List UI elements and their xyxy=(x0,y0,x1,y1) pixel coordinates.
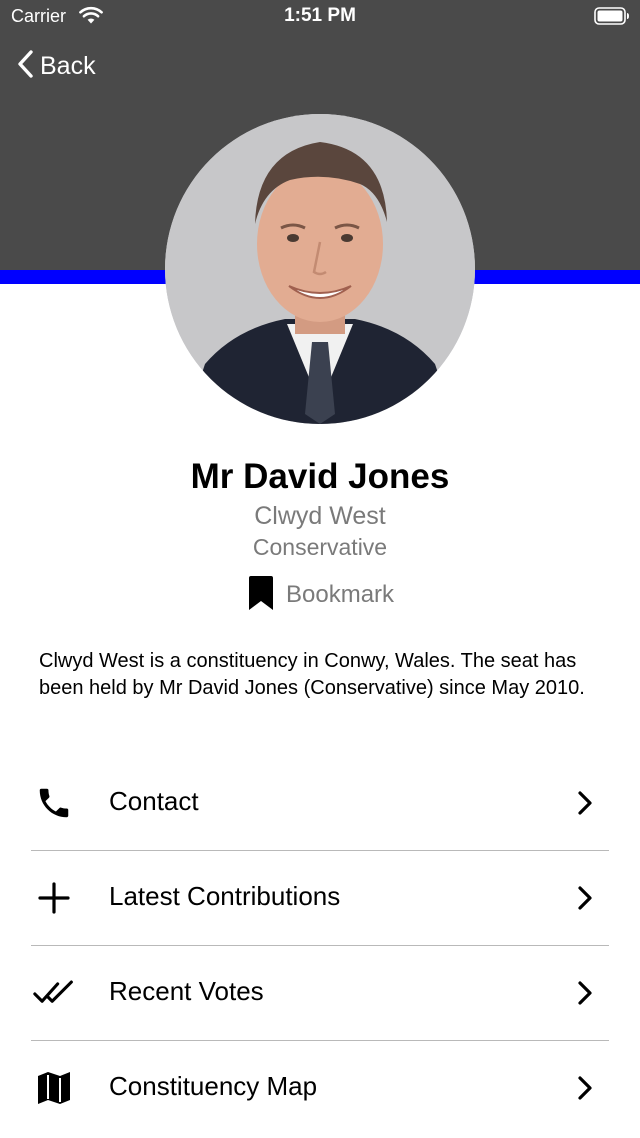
mp-portrait xyxy=(165,114,475,424)
plus-icon xyxy=(33,878,75,918)
mp-name: Mr David Jones xyxy=(190,457,450,496)
status-bar: Carrier 1:51 PM xyxy=(0,0,640,34)
back-button[interactable]: Back xyxy=(16,48,96,84)
party-name: Conservative xyxy=(252,534,388,560)
menu-item-label: Constituency Map xyxy=(109,1071,318,1101)
bookmark-button[interactable]: Bookmark xyxy=(246,575,394,615)
phone-icon xyxy=(33,783,75,823)
bookmark-icon xyxy=(246,575,276,616)
constituency-name: Clwyd West xyxy=(254,502,386,530)
menu-item-label: Contact xyxy=(109,786,199,816)
back-label: Back xyxy=(40,51,96,80)
map-icon xyxy=(33,1068,75,1108)
profile-menu: Contact Latest Contributions Recent Vote… xyxy=(0,756,640,1135)
double-check-icon xyxy=(33,973,75,1013)
chevron-right-icon xyxy=(576,1075,594,1106)
menu-item-label: Recent Votes xyxy=(109,976,264,1006)
constituency-summary: Clwyd West is a constituency in Conwy, W… xyxy=(39,650,585,699)
status-time: 1:51 PM xyxy=(284,5,356,26)
menu-item-constituency-map[interactable]: Constituency Map xyxy=(0,1041,640,1135)
bookmark-label: Bookmark xyxy=(286,581,395,608)
chevron-right-icon xyxy=(576,885,594,916)
chevron-left-icon xyxy=(16,49,34,84)
menu-item-contact[interactable]: Contact xyxy=(0,756,640,850)
menu-item-label: Latest Contributions xyxy=(109,881,341,911)
menu-item-recent-votes[interactable]: Recent Votes xyxy=(0,946,640,1040)
chevron-right-icon xyxy=(576,790,594,821)
chevron-right-icon xyxy=(576,980,594,1011)
menu-item-latest-contributions[interactable]: Latest Contributions xyxy=(0,851,640,945)
battery-icon xyxy=(594,7,630,25)
